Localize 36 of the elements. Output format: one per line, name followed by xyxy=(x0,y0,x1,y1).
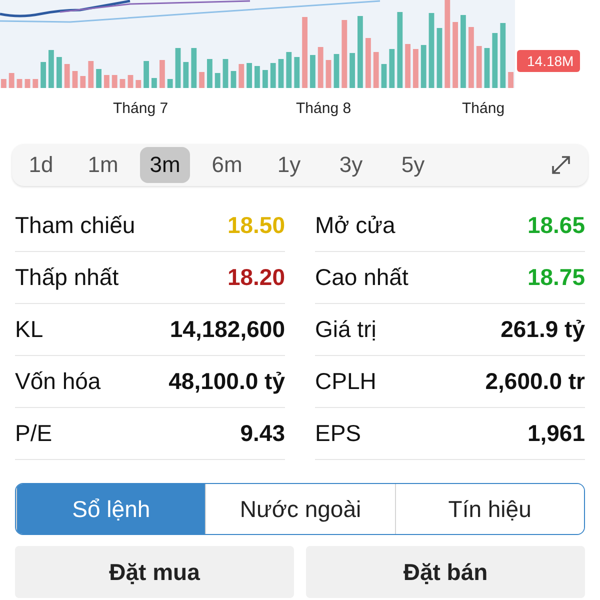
stat-label: P/E xyxy=(15,420,52,447)
volume-badge: 14.18M xyxy=(517,50,580,72)
stat-label: Tham chiếu xyxy=(15,212,136,239)
buy-button[interactable]: Đặt mua xyxy=(15,546,294,598)
stat-label: EPS xyxy=(315,420,362,447)
stat-value: 18.75 xyxy=(527,264,585,291)
stat-value: 18.20 xyxy=(227,264,285,291)
stat-label: Vốn hóa xyxy=(15,368,101,395)
stat-value: 14,182,600 xyxy=(170,316,285,343)
stat-label: Mở cửa xyxy=(315,212,396,239)
stat-value: 48,100.0 tỷ xyxy=(168,368,285,395)
stat-label: Thấp nhất xyxy=(15,264,119,291)
stat-label: Giá trị xyxy=(315,316,376,343)
expand-icon[interactable] xyxy=(550,154,572,176)
month-label: Tháng 8 xyxy=(296,100,352,117)
stat-value: 18.50 xyxy=(227,212,285,239)
stat-label: Cao nhất xyxy=(315,264,408,291)
stat-label: KL xyxy=(15,316,44,343)
stat-value: 18.65 xyxy=(527,212,585,239)
period-tab[interactable]: 3y xyxy=(326,147,376,183)
section-tab[interactable]: Tín hiệu xyxy=(394,484,584,534)
stat-value: 2,600.0 tr xyxy=(485,368,585,395)
period-tab[interactable]: 6m xyxy=(202,147,252,183)
stat-label: CPLH xyxy=(315,368,376,395)
section-tab[interactable]: Sổ lệnh xyxy=(16,484,206,534)
stat-value: 9.43 xyxy=(240,420,285,447)
period-tab[interactable]: 1m xyxy=(78,147,128,183)
month-label: Tháng 7 xyxy=(113,100,168,117)
month-label: Tháng xyxy=(462,100,505,117)
period-tab[interactable]: 5y xyxy=(388,147,438,183)
period-tab[interactable]: 3m xyxy=(140,147,190,183)
sell-button[interactable]: Đặt bán xyxy=(306,546,585,598)
stat-value: 261.9 tỷ xyxy=(500,316,585,343)
period-tab[interactable]: 1d xyxy=(16,147,66,183)
period-tab[interactable]: 1y xyxy=(264,147,314,183)
stat-value: 1,961 xyxy=(527,420,585,447)
